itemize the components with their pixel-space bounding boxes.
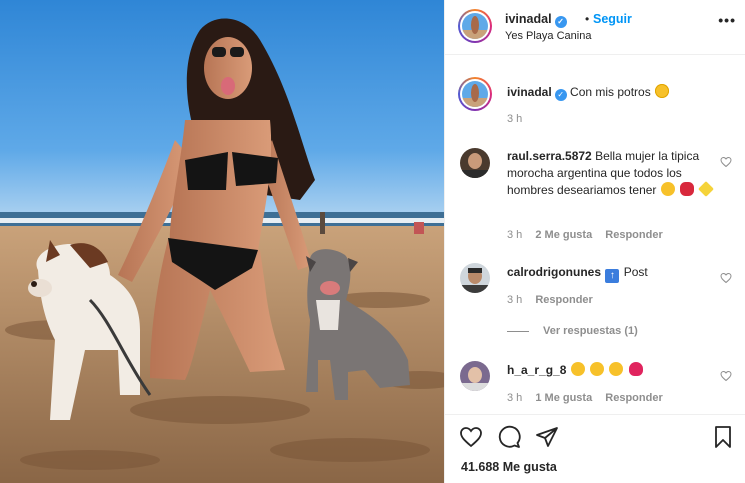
lips-emoji-icon [680, 182, 695, 196]
comment-meta: 3 h 1 Me gusta Responder [507, 392, 673, 404]
beach-photo-illustration [0, 0, 444, 483]
bookmark-icon[interactable] [711, 425, 735, 449]
author-avatar[interactable] [458, 9, 492, 43]
comment-text-block: h_a_r_g_8 [507, 362, 717, 379]
post-header: ivinadal ✓ • Seguir Yes Playa Canina ••• [445, 0, 745, 55]
follow-button[interactable]: Seguir [593, 12, 632, 26]
caption-item: ivinadal ✓ Con mis potros 3 h [445, 77, 745, 137]
heart-eyes-emoji-icon [655, 84, 670, 98]
heart-icon[interactable] [459, 425, 483, 449]
heart-eyes-emoji-icon [660, 182, 675, 196]
comment-time[interactable]: 3 h [507, 392, 522, 404]
view-replies-button[interactable]: Ver respuestas (1) [507, 325, 638, 337]
comment-like-heart-icon[interactable] [720, 156, 732, 168]
comment-item: h_a_r_g_8 3 h 1 Me gusta Responder [445, 359, 745, 414]
comment-username[interactable]: calrodrigonunes [507, 265, 601, 279]
reply-button[interactable]: Responder [605, 229, 662, 241]
heart-eyes-emoji-icon [609, 362, 624, 376]
caption-author-avatar[interactable] [458, 77, 492, 111]
comment-meta: 3 h Responder [507, 294, 603, 306]
verified-badge-icon: ✓ [554, 16, 567, 28]
comment-time[interactable]: 3 h [507, 229, 522, 241]
commenter-avatar[interactable] [460, 361, 490, 391]
author-username[interactable]: ivinadal ✓ [505, 12, 567, 28]
comment-like-heart-icon[interactable] [720, 272, 732, 284]
comment-text-block: raul.serra.5872 Bella mujer la tipica mo… [507, 148, 717, 199]
verified-badge-icon: ✓ [554, 89, 567, 101]
caption-text-block: ivinadal ✓ Con mis potros [507, 84, 717, 101]
author-avatar-image [462, 13, 488, 39]
reply-button[interactable]: Responder [605, 392, 662, 404]
reply-button[interactable]: Responder [535, 294, 592, 306]
comment-like-count[interactable]: 1 Me gusta [535, 392, 592, 404]
more-options-icon[interactable]: ••• [718, 12, 736, 28]
caption-text: Con mis potros [570, 85, 651, 99]
comment-meta: 3 h 2 Me gusta Responder [507, 229, 673, 241]
up-arrow-emoji-icon: ↑ [605, 269, 620, 283]
caption-time[interactable]: 3 h [507, 113, 522, 125]
commenter-avatar[interactable] [460, 148, 490, 178]
comment-text-block: calrodrigonunes ↑ Post [507, 264, 717, 283]
post-photo[interactable] [0, 0, 444, 483]
instagram-post-view: ivinadal ✓ • Seguir Yes Playa Canina ••• … [0, 0, 745, 483]
share-icon[interactable] [535, 425, 559, 449]
separator-dot: • [585, 12, 590, 26]
comments-list[interactable]: ivinadal ✓ Con mis potros 3 h raul.serra.… [445, 56, 745, 414]
comment-item: calrodrigonunes ↑ Post 3 h Responder Ver… [445, 261, 745, 341]
commenter-avatar[interactable] [460, 263, 490, 293]
comment-item: raul.serra.5872 Bella mujer la tipica mo… [445, 146, 745, 256]
comment-username[interactable]: h_a_r_g_8 [507, 363, 566, 377]
comment-like-heart-icon[interactable] [720, 370, 732, 382]
comment-like-count[interactable]: 2 Me gusta [535, 229, 592, 241]
red-heart-emoji-icon [628, 362, 643, 376]
sparkles-emoji-icon [698, 181, 715, 197]
caption-meta: 3 h [507, 113, 532, 125]
comment-icon[interactable] [497, 425, 521, 449]
post-location[interactable]: Yes Playa Canina [505, 30, 591, 42]
caption-author-avatar-image [462, 81, 488, 107]
post-sidebar: ivinadal ✓ • Seguir Yes Playa Canina ••• … [444, 0, 745, 483]
kissing-face-emoji-icon [590, 362, 605, 376]
caption-username[interactable]: ivinadal [507, 85, 552, 99]
view-replies-label[interactable]: Ver respuestas (1) [543, 325, 638, 337]
comment-username[interactable]: raul.serra.5872 [507, 149, 592, 163]
replies-divider [507, 330, 529, 332]
comment-time[interactable]: 3 h [507, 294, 522, 306]
comment-text: Post [623, 265, 648, 279]
kissing-face-emoji-icon [570, 362, 585, 376]
post-like-count[interactable]: 41.688 Me gusta [461, 460, 557, 474]
post-actions: 41.688 Me gusta [445, 414, 745, 483]
author-username-text[interactable]: ivinadal [505, 12, 552, 26]
